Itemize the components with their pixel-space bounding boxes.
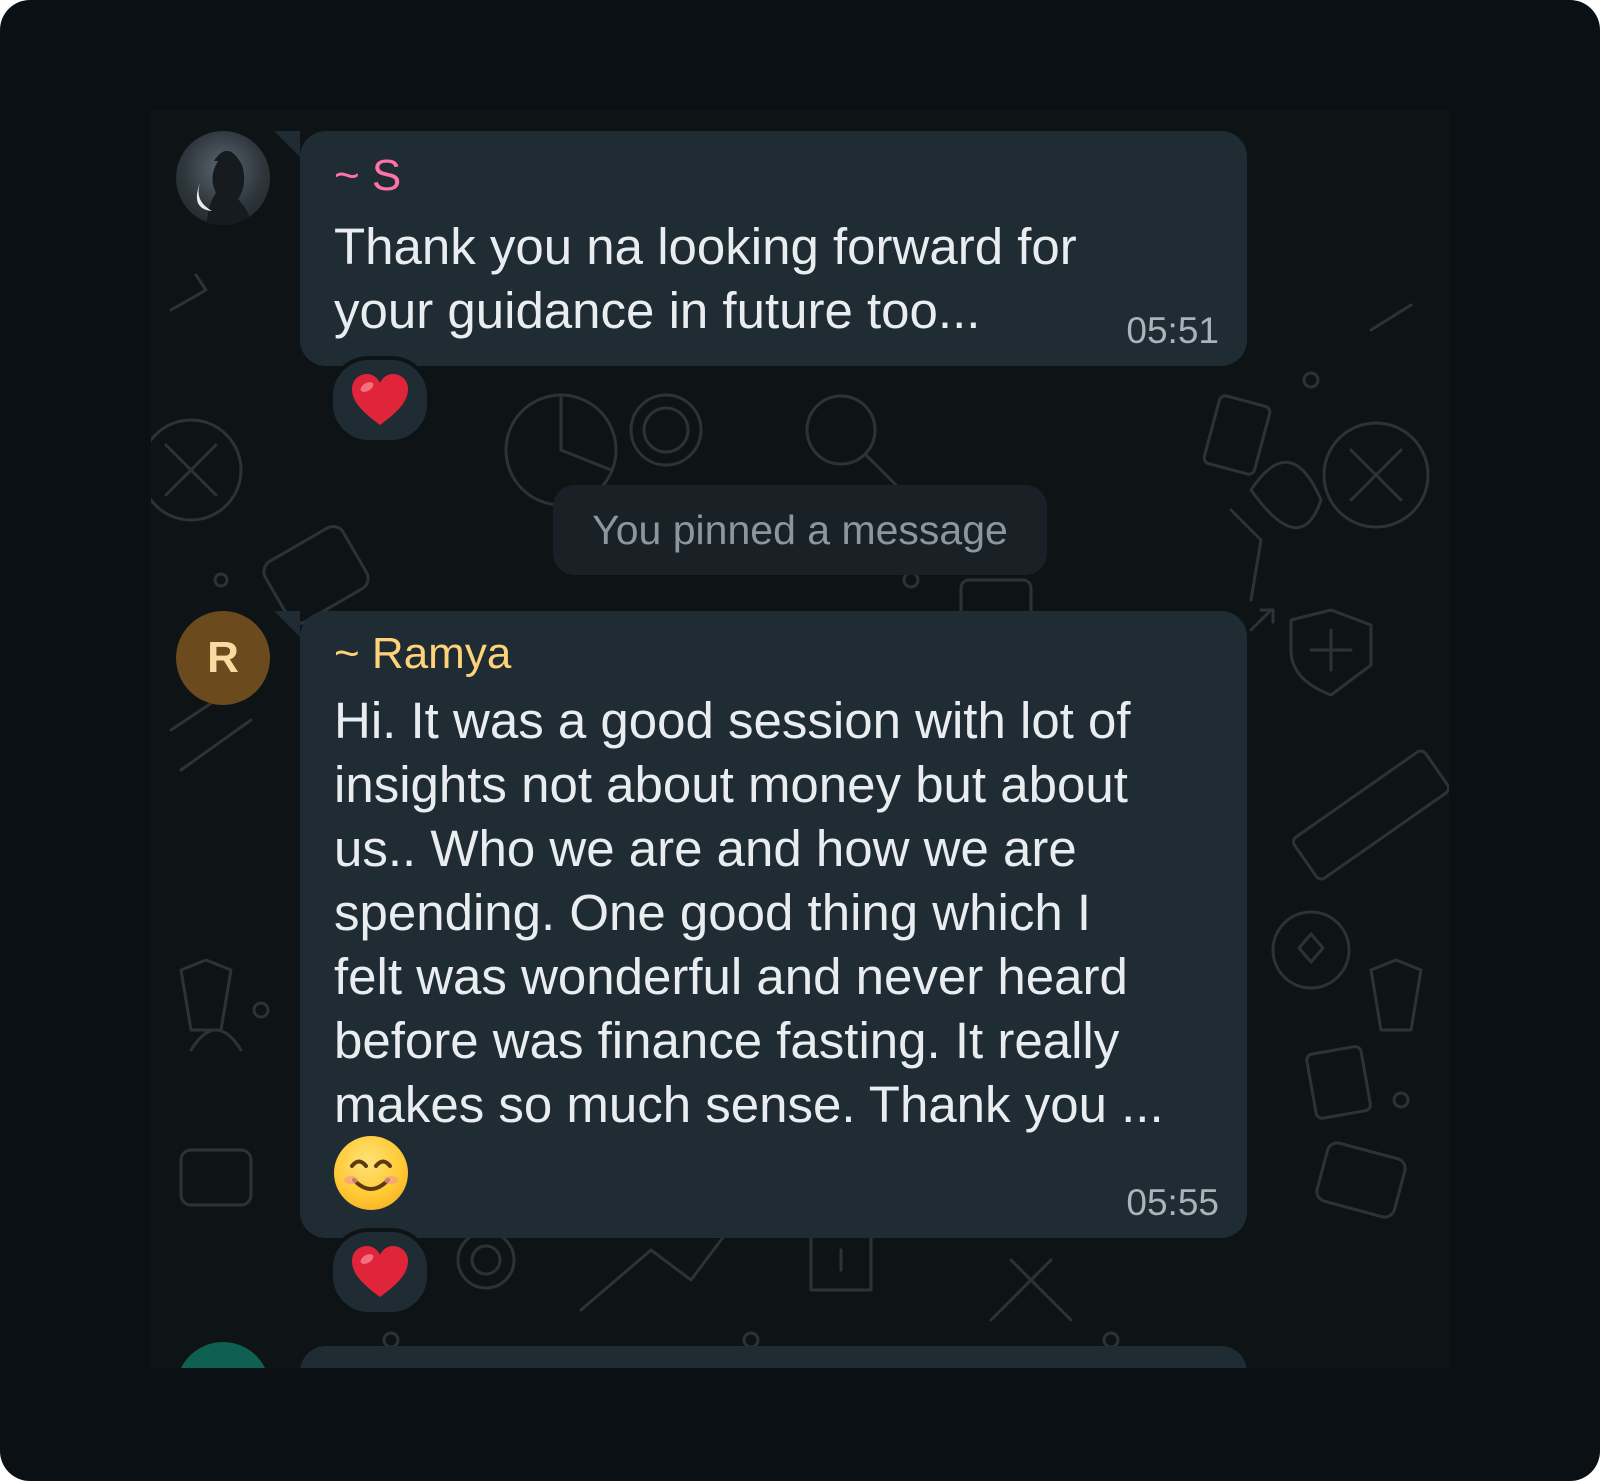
smiling-face-icon bbox=[334, 1136, 408, 1210]
reaction-badge[interactable] bbox=[329, 356, 431, 444]
message-text: Thank you na looking forward for your gu… bbox=[334, 215, 1077, 343]
message-text: Hi. It was a good session with lot of in… bbox=[334, 689, 1164, 1137]
avatar-silhouette-icon bbox=[196, 151, 253, 225]
bubble-tail bbox=[274, 611, 300, 637]
screenshot-frame: ~ S Thank you na looking forward for you… bbox=[0, 0, 1600, 1481]
message-bubble[interactable]: ~ Ramya Hi. It was a good session with l… bbox=[274, 611, 1247, 1238]
message-bubble[interactable]: ~ S Thank you na looking forward for you… bbox=[274, 131, 1247, 366]
sender-name[interactable]: ~ S bbox=[334, 151, 401, 201]
message-line: Thank you na looking forward for bbox=[334, 218, 1077, 275]
message-line: us.. Who we are and how we are bbox=[334, 820, 1077, 877]
sender-avatar[interactable] bbox=[176, 131, 270, 225]
message-line: makes so much sense. Thank you ... bbox=[334, 1076, 1164, 1133]
message-line: felt was wonderful and never heard bbox=[334, 948, 1128, 1005]
next-message-bubble[interactable] bbox=[300, 1346, 1247, 1368]
message-line: before was finance fasting. It really bbox=[334, 1012, 1120, 1069]
message-line: spending. One good thing which I bbox=[334, 884, 1092, 941]
message-line: your guidance in future too... bbox=[334, 282, 981, 339]
message-line: insights not about money but about bbox=[334, 756, 1128, 813]
sender-name[interactable]: ~ Ramya bbox=[334, 629, 511, 679]
system-message: You pinned a message bbox=[553, 485, 1047, 575]
reaction-badge[interactable] bbox=[329, 1228, 431, 1316]
red-heart-icon bbox=[352, 374, 408, 425]
red-heart-icon bbox=[352, 1246, 408, 1297]
bubble-tail bbox=[274, 131, 300, 157]
chat-view[interactable]: ~ S Thank you na looking forward for you… bbox=[151, 110, 1449, 1368]
message-time: 05:51 bbox=[1126, 310, 1219, 351]
sender-avatar[interactable]: R bbox=[176, 611, 270, 705]
message-line: Hi. It was a good session with lot of bbox=[334, 692, 1131, 749]
message-time: 05:55 bbox=[1126, 1182, 1219, 1223]
